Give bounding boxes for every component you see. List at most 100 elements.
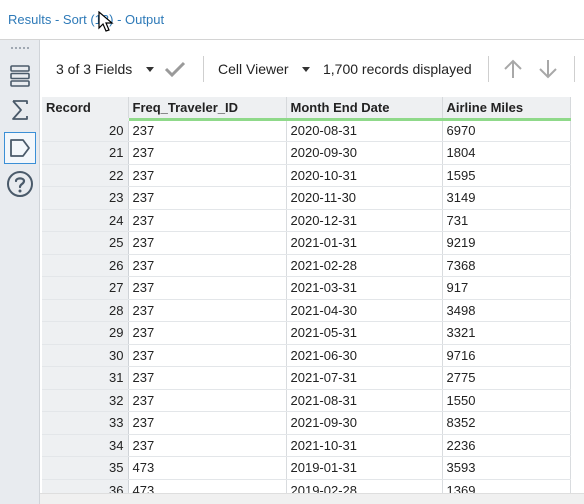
fields-dropdown-caret[interactable]: [146, 67, 154, 72]
table-row[interactable]: 33 237 2021-09-30 8352: [42, 411, 571, 435]
cell-airline-miles[interactable]: 7368: [442, 254, 571, 277]
cell-airline-miles[interactable]: 917: [442, 276, 571, 300]
viewer-selector[interactable]: Cell Viewer: [218, 61, 289, 77]
record-cell: 28: [42, 299, 129, 322]
cell-freq-traveler-id[interactable]: 237: [128, 231, 287, 255]
cell-month-end-date[interactable]: 2021-01-31: [286, 231, 443, 255]
table-row[interactable]: 34 237 2021-10-31 2236: [42, 434, 571, 457]
cell-freq-traveler-id[interactable]: 237: [128, 389, 287, 412]
cell-month-end-date[interactable]: 2019-02-28: [286, 479, 443, 493]
cell-airline-miles[interactable]: 1595: [442, 164, 571, 187]
checkmark-icon[interactable]: [164, 60, 186, 78]
summary-button[interactable]: [4, 94, 36, 126]
cell-airline-miles[interactable]: 3498: [442, 299, 571, 322]
cell-month-end-date[interactable]: 2020-09-30: [286, 141, 443, 165]
table-row[interactable]: 21 237 2020-09-30 1804: [42, 141, 571, 165]
cell-airline-miles[interactable]: 1369: [442, 479, 571, 493]
cell-freq-traveler-id[interactable]: 237: [128, 411, 287, 435]
cell-airline-miles[interactable]: 2775: [442, 366, 571, 390]
table-view-button[interactable]: [4, 60, 36, 92]
cell-freq-traveler-id[interactable]: 237: [128, 186, 287, 210]
cell-freq-traveler-id[interactable]: 473: [128, 456, 287, 480]
table-row[interactable]: 31 237 2021-07-31 2775: [42, 366, 571, 390]
table-row[interactable]: 28 237 2021-04-30 3498: [42, 299, 571, 322]
cell-month-end-date[interactable]: 2020-10-31: [286, 164, 443, 187]
cell-freq-traveler-id[interactable]: 237: [128, 209, 287, 232]
cell-freq-traveler-id[interactable]: 237: [128, 254, 287, 277]
metadata-button[interactable]: [4, 132, 36, 164]
record-cell: 31: [42, 366, 129, 390]
cell-airline-miles[interactable]: 731: [442, 209, 571, 232]
window-title: Results - Sort (13) - Output: [8, 12, 165, 27]
cell-month-end-date[interactable]: 2021-09-30: [286, 411, 443, 435]
table-row[interactable]: 30 237 2021-06-30 9716: [42, 344, 571, 367]
cell-month-end-date[interactable]: 2019-01-31: [286, 456, 443, 480]
table-row[interactable]: 36 473 2019-02-28 1369: [42, 479, 571, 493]
horizontal-scrollbar[interactable]: [40, 493, 584, 504]
table-row[interactable]: 22 237 2020-10-31 1595: [42, 164, 571, 187]
record-cell: 34: [42, 434, 129, 457]
table-row[interactable]: 20 237 2020-08-31 6970: [42, 119, 571, 142]
cell-freq-traveler-id[interactable]: 237: [128, 119, 287, 142]
cell-freq-traveler-id[interactable]: 237: [128, 344, 287, 367]
column-header-month-end-date[interactable]: Month End Date: [286, 97, 443, 121]
record-cell: 32: [42, 389, 129, 412]
cell-airline-miles[interactable]: 8352: [442, 411, 571, 435]
record-cell: 24: [42, 209, 129, 232]
cell-freq-traveler-id[interactable]: 237: [128, 366, 287, 390]
record-cell: 33: [42, 411, 129, 435]
record-cell: 30: [42, 344, 129, 367]
cell-airline-miles[interactable]: 9716: [442, 344, 571, 367]
arrow-down-icon[interactable]: [537, 58, 559, 80]
cell-month-end-date[interactable]: 2021-03-31: [286, 276, 443, 300]
cell-airline-miles[interactable]: 3593: [442, 456, 571, 480]
table-row[interactable]: 35 473 2019-01-31 3593: [42, 456, 571, 480]
cell-month-end-date[interactable]: 2021-06-30: [286, 344, 443, 367]
help-icon: [7, 171, 33, 197]
results-toolbar: 3 of 3 Fields Cell Viewer 1,700 records …: [40, 46, 584, 92]
cell-freq-traveler-id[interactable]: 237: [128, 321, 287, 345]
arrow-up-icon[interactable]: [502, 58, 524, 80]
table-row[interactable]: 26 237 2021-02-28 7368: [42, 254, 571, 277]
cell-freq-traveler-id[interactable]: 237: [128, 164, 287, 187]
cell-freq-traveler-id[interactable]: 473: [128, 479, 287, 493]
cell-freq-traveler-id[interactable]: 237: [128, 434, 287, 457]
record-cell: 21: [42, 141, 129, 165]
record-cell: 25: [42, 231, 129, 255]
help-button[interactable]: [4, 168, 36, 200]
cell-month-end-date[interactable]: 2020-11-30: [286, 186, 443, 210]
table-row[interactable]: 25 237 2021-01-31 9219: [42, 231, 571, 255]
records-count: 1,700 records displayed: [323, 61, 472, 77]
column-header-airline-miles[interactable]: Airline Miles: [442, 97, 571, 121]
cell-month-end-date[interactable]: 2021-08-31: [286, 389, 443, 412]
cell-month-end-date[interactable]: 2020-12-31: [286, 209, 443, 232]
cell-airline-miles[interactable]: 2236: [442, 434, 571, 457]
grip-icon[interactable]: [10, 46, 30, 50]
cell-month-end-date[interactable]: 2021-07-31: [286, 366, 443, 390]
viewer-dropdown-caret[interactable]: [302, 67, 310, 72]
cell-freq-traveler-id[interactable]: 237: [128, 141, 287, 165]
fields-selector[interactable]: 3 of 3 Fields: [56, 61, 132, 77]
cell-month-end-date[interactable]: 2021-10-31: [286, 434, 443, 457]
cell-month-end-date[interactable]: 2021-05-31: [286, 321, 443, 345]
table-row[interactable]: 32 237 2021-08-31 1550: [42, 389, 571, 412]
cell-airline-miles[interactable]: 1804: [442, 141, 571, 165]
cell-airline-miles[interactable]: 6970: [442, 119, 571, 142]
cell-airline-miles[interactable]: 3149: [442, 186, 571, 210]
table-row[interactable]: 29 237 2021-05-31 3321: [42, 321, 571, 345]
record-cell: 22: [42, 164, 129, 187]
cell-airline-miles[interactable]: 3321: [442, 321, 571, 345]
cell-month-end-date[interactable]: 2020-08-31: [286, 119, 443, 142]
cell-freq-traveler-id[interactable]: 237: [128, 276, 287, 300]
cell-airline-miles[interactable]: 1550: [442, 389, 571, 412]
table-row[interactable]: 24 237 2020-12-31 731: [42, 209, 571, 232]
table-row[interactable]: 27 237 2021-03-31 917: [42, 276, 571, 300]
cell-month-end-date[interactable]: 2021-02-28: [286, 254, 443, 277]
cell-month-end-date[interactable]: 2021-04-30: [286, 299, 443, 322]
column-header-record[interactable]: Record: [42, 97, 129, 121]
column-header-freq-traveler-id[interactable]: Freq_Traveler_ID: [128, 97, 287, 121]
cell-airline-miles[interactable]: 9219: [442, 231, 571, 255]
record-cell: 23: [42, 186, 129, 210]
cell-freq-traveler-id[interactable]: 237: [128, 299, 287, 322]
table-row[interactable]: 23 237 2020-11-30 3149: [42, 186, 571, 210]
